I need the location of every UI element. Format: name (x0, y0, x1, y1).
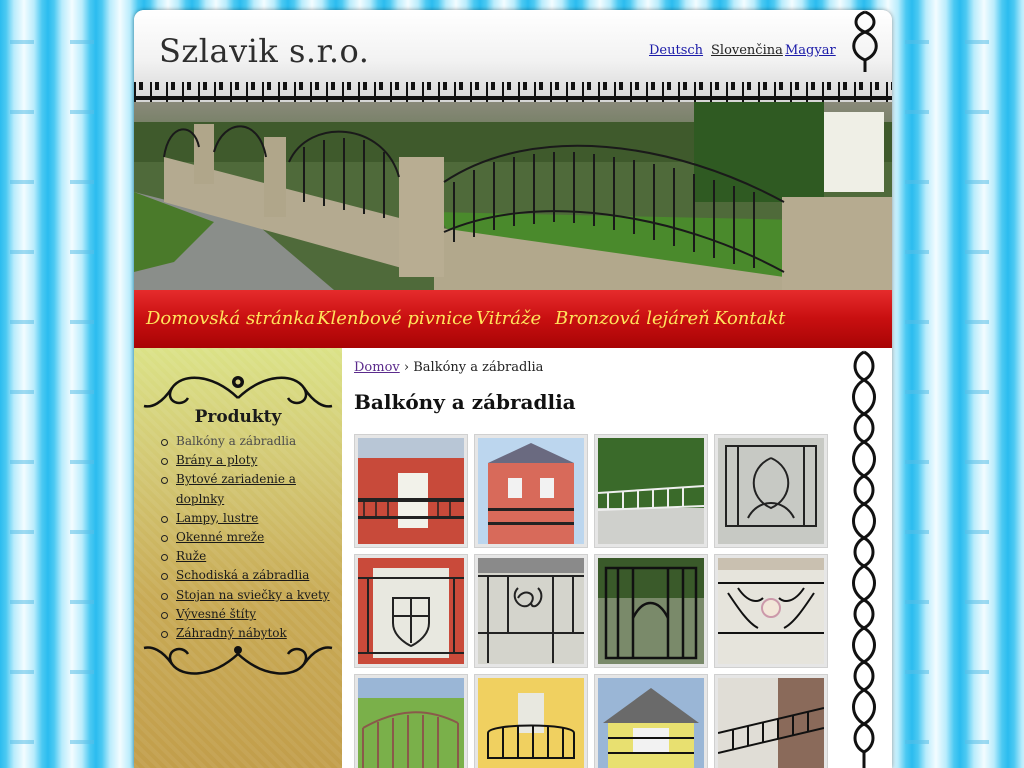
sidebar-link[interactable]: Okenné mreže (176, 530, 264, 544)
language-link-magyar[interactable]: Magyar (785, 43, 836, 58)
language-link-deutsch[interactable]: Deutsch (649, 43, 703, 58)
sidebar-link[interactable]: Brány a ploty (176, 453, 257, 467)
background-ornament-right (905, 0, 929, 768)
gallery-thumbnail[interactable] (354, 434, 468, 548)
sidebar-link[interactable]: Vývesné štíty (176, 607, 256, 621)
gallery-thumbnail[interactable] (354, 554, 468, 668)
nav-item-vaulted-cellars[interactable]: Klenbové pivnice (317, 308, 473, 329)
sidebar-link[interactable]: Stojan na sviečky a kvety (176, 588, 330, 602)
language-link-slovencina[interactable]: Slovenčina (711, 43, 783, 58)
breadcrumb-separator: › (403, 360, 410, 375)
sidebar: Produkty Balkóny a zábradlia Brány a plo… (134, 348, 342, 768)
sidebar-item-gates-fences[interactable]: Brány a ploty (161, 451, 342, 470)
gallery-thumbnail[interactable] (714, 674, 828, 768)
gallery-thumbnail[interactable] (354, 674, 468, 768)
sidebar-item-home-furnishing[interactable]: Bytové zariadenie a doplnky (161, 470, 342, 508)
sidebar-link[interactable]: Bytové zariadenie a doplnky (176, 472, 296, 505)
gallery-thumbnail[interactable] (714, 434, 828, 548)
site-logo[interactable]: Szlavik s.r.o. (159, 32, 369, 70)
gallery-thumbnail[interactable] (474, 674, 588, 768)
gallery-thumbnail[interactable] (594, 674, 708, 768)
gallery-thumbnail[interactable] (594, 554, 708, 668)
sidebar-item-balconies-current: Balkóny a zábradlia (161, 432, 342, 451)
fence-rail (134, 96, 892, 100)
vertical-heart-ornament-icon (852, 350, 876, 768)
sidebar-item-lamps[interactable]: Lampy, lustre (161, 509, 342, 528)
nav-item-bronze-foundry[interactable]: Bronzová lejáreň (555, 308, 710, 329)
gallery-thumbnail[interactable] (714, 554, 828, 668)
nav-item-home[interactable]: Domovská stránka (146, 308, 315, 329)
sidebar-item-roses[interactable]: Ruže (161, 547, 342, 566)
sidebar-item-signs[interactable]: Vývesné štíty (161, 605, 342, 624)
header: Szlavik s.r.o. Deutsch Slovenčina Magyar (134, 10, 892, 102)
gallery-thumbnail[interactable] (594, 434, 708, 548)
sidebar-item-candle-stands[interactable]: Stojan na sviečky a kvety (161, 586, 342, 605)
nav-item-contact[interactable]: Kontakt (714, 308, 786, 329)
gallery-thumbnail[interactable] (474, 434, 588, 548)
background-ornament-left-2 (70, 0, 94, 768)
page-container: Szlavik s.r.o. Deutsch Slovenčina Magyar (134, 10, 892, 768)
sidebar-title: Produkty (194, 407, 282, 427)
breadcrumb-home-link[interactable]: Domov (354, 360, 400, 375)
main-content: Domov › Balkóny a zábradlia Balkóny a zá… (342, 348, 847, 768)
gallery-thumbnail[interactable] (474, 554, 588, 668)
corner-heart-ornament-icon (852, 10, 878, 72)
sidebar-item-window-grilles[interactable]: Okenné mreže (161, 528, 342, 547)
scroll-ornament-bottom-icon (143, 646, 333, 675)
sidebar-link[interactable]: Ruže (176, 549, 206, 563)
sidebar-item-stairs[interactable]: Schodiská a zábradlia (161, 566, 342, 585)
main-navigation: Domovská stránka Klenbové pivnice Vitráž… (134, 290, 892, 348)
page-title: Balkóny a zábradlia (354, 390, 576, 414)
sidebar-link[interactable]: Schodiská a zábradlia (176, 568, 309, 582)
background-ornament-right-2 (965, 0, 989, 768)
breadcrumb: Domov › Balkóny a zábradlia (354, 360, 543, 375)
sidebar-item-label: Balkóny a zábradlia (176, 434, 297, 448)
breadcrumb-current: Balkóny a zábradlia (413, 360, 544, 375)
nav-item-stained-glass[interactable]: Vitráže (476, 308, 541, 329)
background-ornament-left (10, 0, 34, 768)
hero-image (134, 102, 892, 290)
sidebar-link[interactable]: Lampy, lustre (176, 511, 258, 525)
product-category-list: Balkóny a zábradlia Brány a ploty Bytové… (161, 432, 342, 643)
